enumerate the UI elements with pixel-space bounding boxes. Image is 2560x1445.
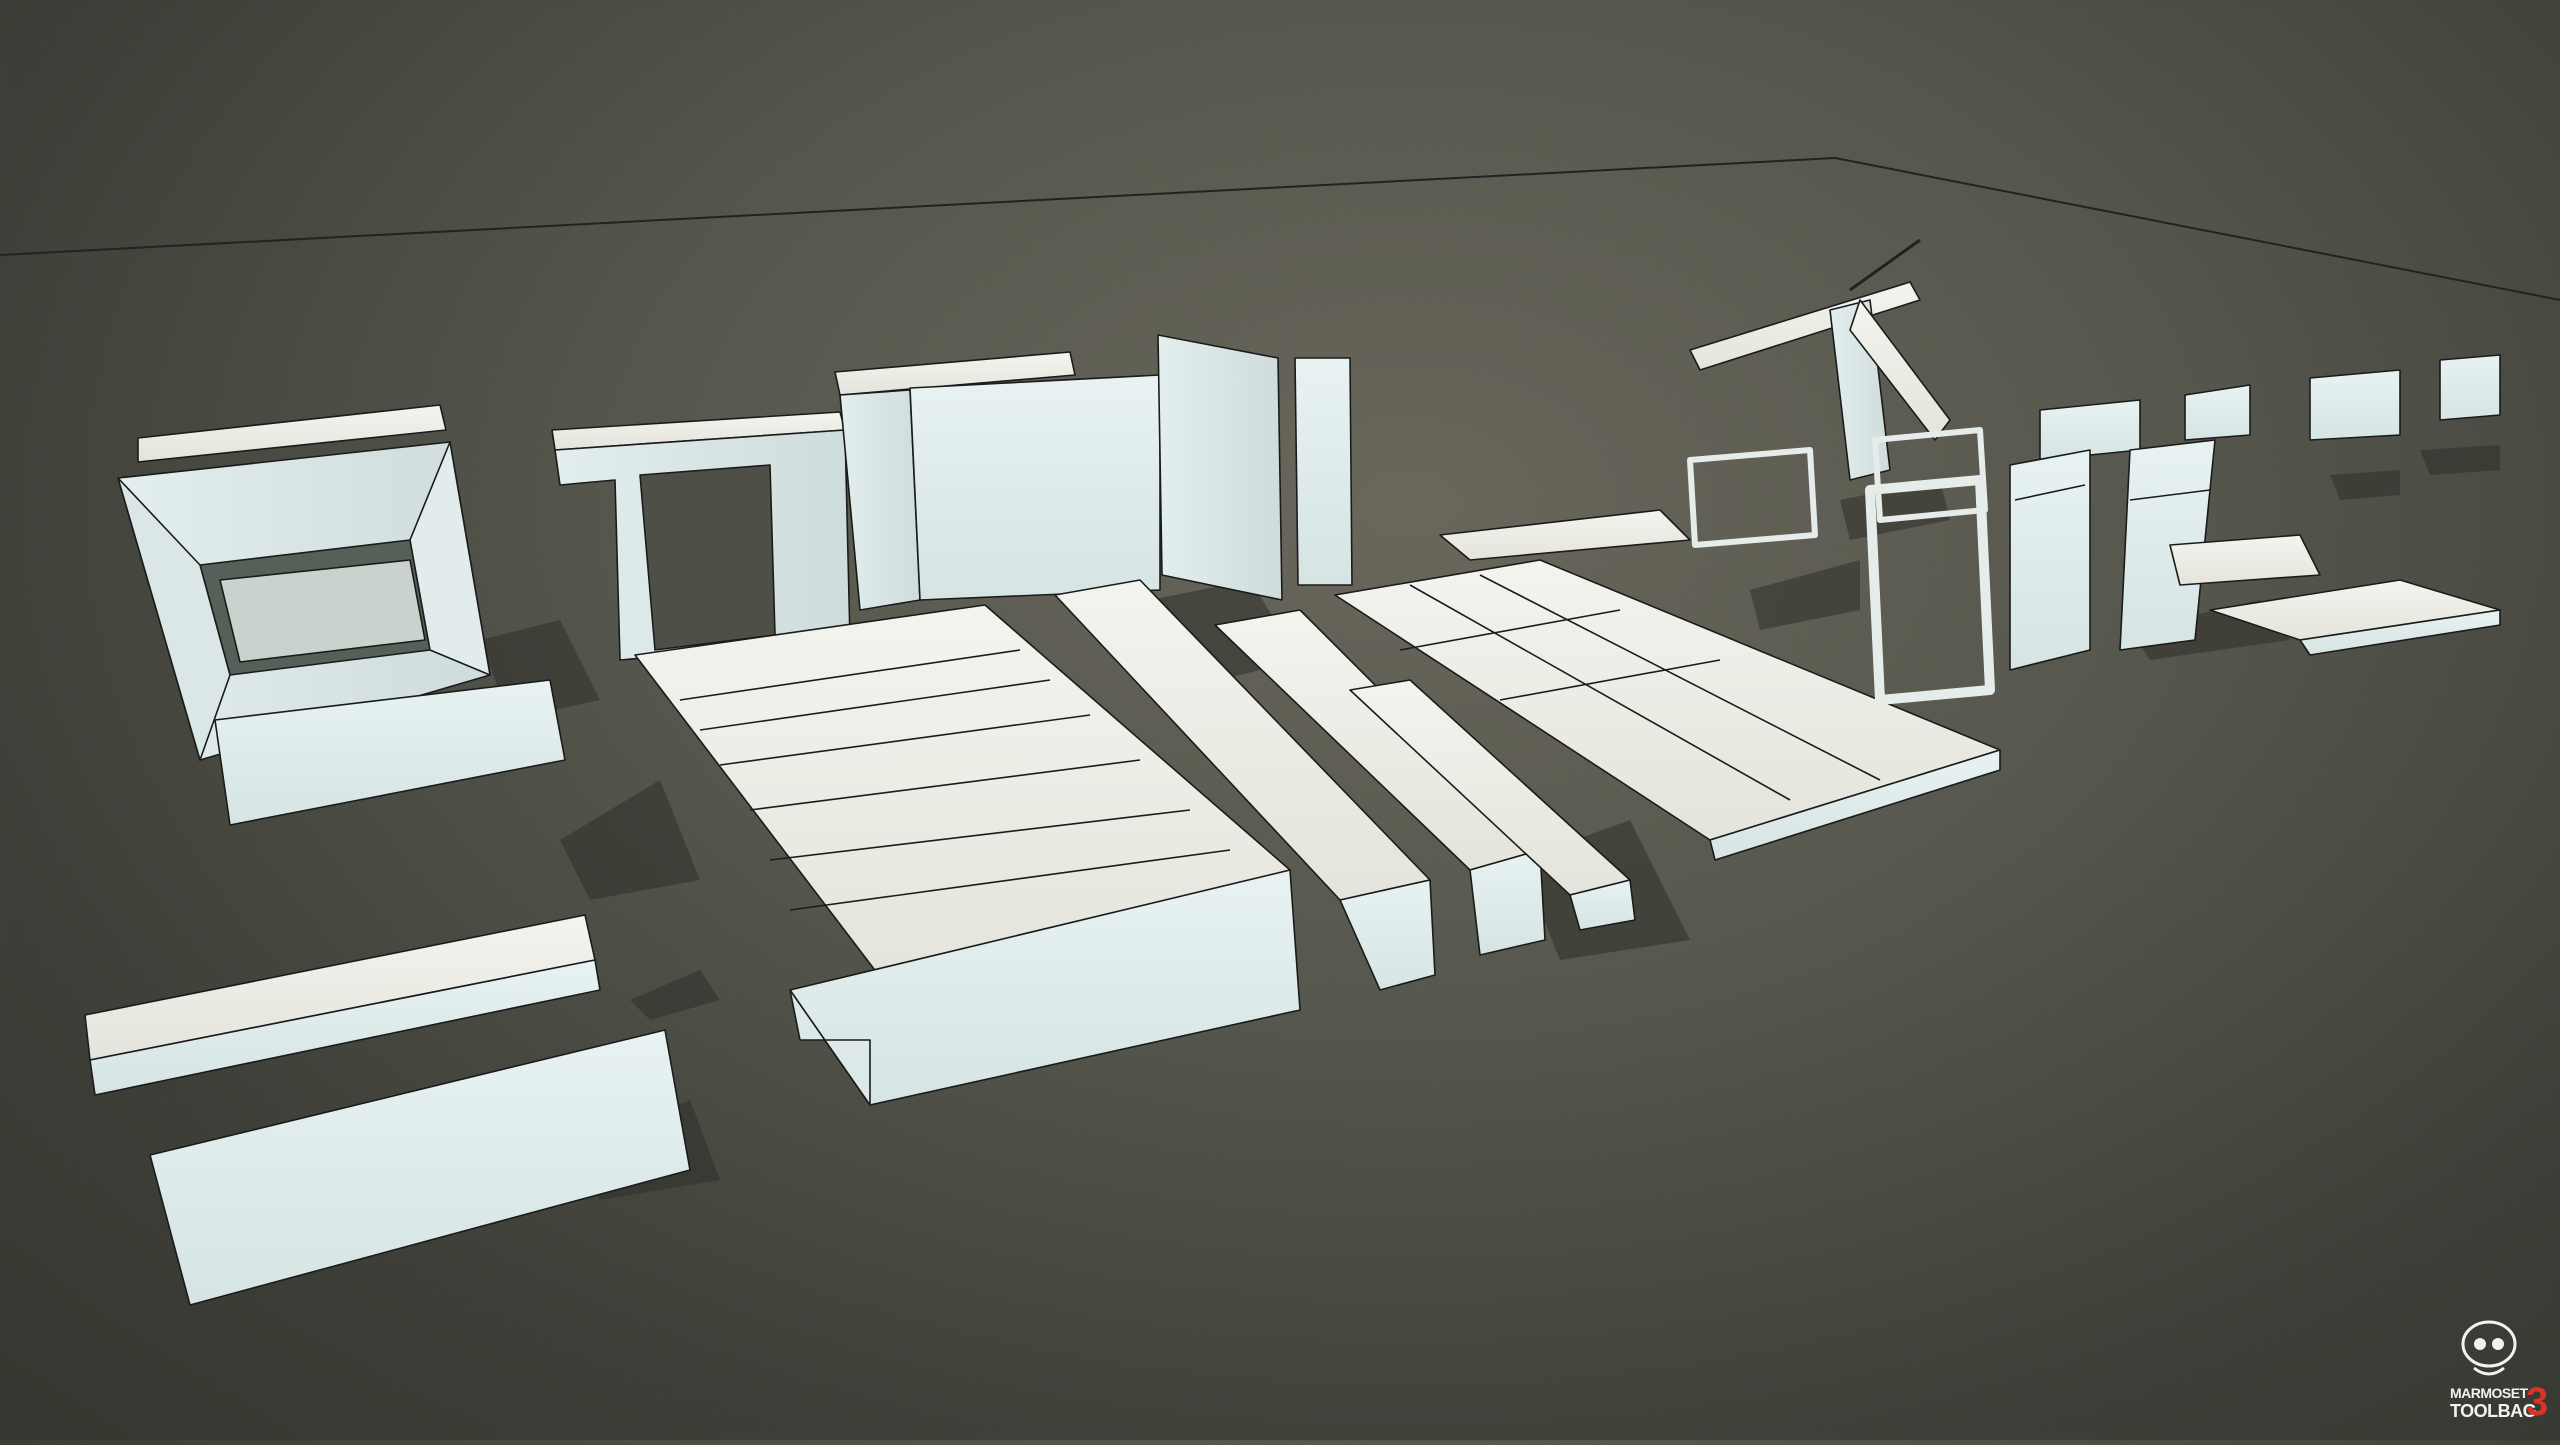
3d-viewport[interactable]: MARMOSET TOOLBAG 3 <box>0 0 2560 1440</box>
scene-render <box>0 156 2560 1306</box>
small-window-2 <box>2309 369 2401 441</box>
marmoset-watermark: MARMOSET TOOLBAG 3 <box>2450 1316 2549 1426</box>
bench-slab-2 <box>149 1029 691 1306</box>
marmoset-skull-icon <box>2461 1320 2517 1376</box>
ground-grid <box>0 156 2560 301</box>
small-window-3 <box>2439 354 2501 421</box>
small-window-1 <box>2184 384 2251 441</box>
arch-mesh <box>834 351 1161 611</box>
doorway-mesh <box>551 411 851 661</box>
staircase-mesh <box>1689 238 1951 481</box>
watermark-version: 3 <box>2526 1380 2549 1424</box>
louver-panel-1 <box>2009 449 2091 671</box>
wall-panel-mesh <box>1157 334 1353 601</box>
watermark-line2: TOOLBAG <box>2450 1401 2537 1421</box>
watermark-line1: MARMOSET <box>2450 1385 2528 1401</box>
